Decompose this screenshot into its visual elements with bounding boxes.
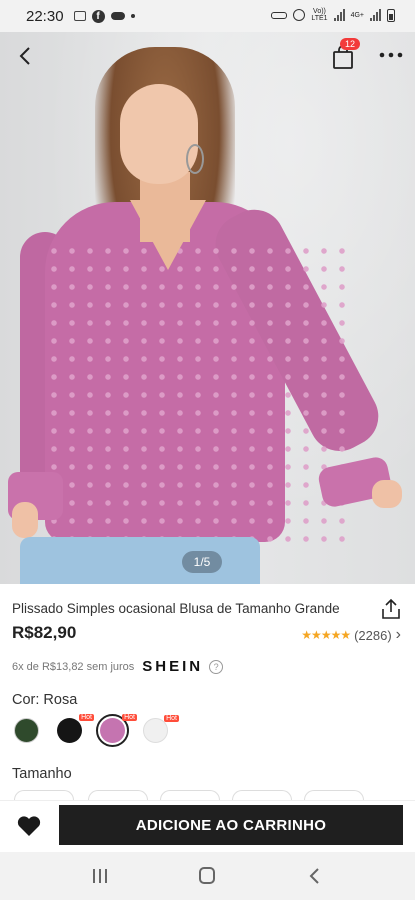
model-right-hand [372, 480, 402, 508]
product-price: R$82,90 [12, 623, 77, 642]
more-notifications-icon [130, 14, 135, 18]
volte-indicator: Vo)) LTE1 [311, 8, 327, 22]
alarm-icon [293, 9, 306, 21]
volte-label: Vo)) [313, 8, 326, 15]
brand-logo: SHEIN [142, 658, 204, 675]
status-bar: 22:30 f Vo)) LTE1 4G+ [0, 0, 415, 32]
share-icon[interactable] [380, 598, 402, 620]
product-image-gallery[interactable] [0, 32, 415, 584]
review-count: (2286) [354, 627, 392, 643]
chevron-right-icon: › [395, 626, 401, 643]
product-title: Plissado Simples ocasional Blusa de Tama… [12, 601, 340, 616]
info-icon[interactable]: ? [209, 659, 224, 674]
network-type-label: 4G+ [350, 11, 364, 19]
installments-text: 6x de R$13,82 sem juros [12, 660, 135, 673]
back-arrow-icon[interactable] [14, 44, 38, 68]
heart-icon[interactable] [16, 814, 42, 838]
model-jeans [20, 537, 260, 584]
lte-label: LTE1 [311, 15, 328, 22]
status-time: 22:30 [26, 7, 64, 25]
battery-icon [387, 8, 395, 22]
model-left-hand [12, 502, 38, 538]
color-swatch-preto[interactable]: Hot [57, 714, 94, 743]
cloud-notification-icon [110, 12, 125, 20]
more-options-icon[interactable] [378, 50, 404, 60]
hot-badge: Hot [122, 714, 137, 721]
color-swatch-branco[interactable]: Hot [143, 715, 179, 743]
color-label: Cor: Rosa [12, 692, 78, 708]
rating-stars-icon: ★★★★★ [301, 628, 351, 642]
gallery-notification-icon [73, 11, 86, 21]
back-nav-icon[interactable] [303, 866, 327, 886]
blouse-vneck [130, 200, 206, 270]
color-swatch-rosa[interactable]: Hot [96, 714, 137, 747]
signal-bars-icon [333, 9, 345, 21]
add-to-cart-button[interactable]: ADICIONE AO CARRINHO [59, 805, 403, 845]
size-label: Tamanho [12, 766, 72, 782]
facebook-notification-icon: f [91, 9, 105, 23]
blouse-dot-pattern [45, 242, 345, 542]
image-pager: 1/5 [182, 551, 222, 573]
rating-summary[interactable]: ★★★★★ (2286) › [301, 626, 401, 644]
color-swatches: Hot Hot Hot [14, 714, 179, 747]
model-face [120, 84, 198, 184]
recent-apps-icon[interactable] [88, 866, 112, 886]
hot-badge: Hot [79, 714, 94, 721]
color-swatch-verde[interactable] [14, 718, 39, 743]
signal-bars-2-icon [370, 9, 381, 21]
hot-badge: Hot [164, 715, 179, 722]
cart-count-badge: 12 [340, 38, 360, 50]
home-icon[interactable] [195, 866, 219, 886]
vpn-key-icon [271, 11, 288, 19]
model-earring [186, 144, 204, 174]
installments-row: 6x de R$13,82 sem juros SHEIN ? [12, 658, 224, 675]
